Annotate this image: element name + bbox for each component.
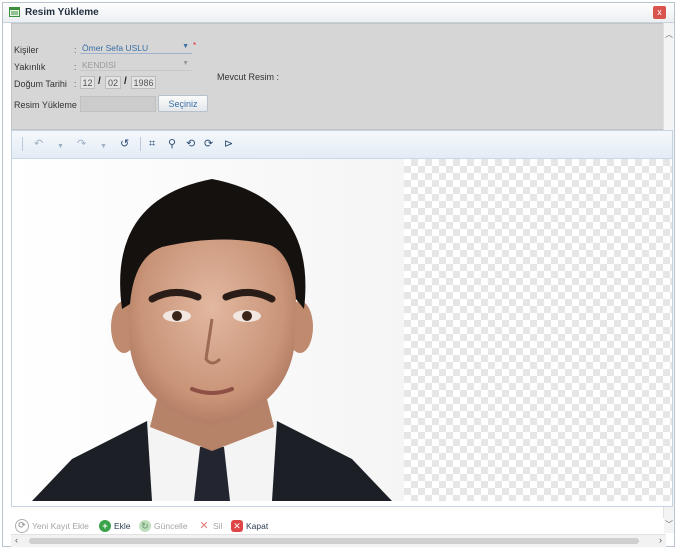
transparent-area [404, 159, 672, 501]
editor-toolbar: ↶ ▼ ↷ ▼ ↺ ⌗ ⚲ ⟲ ⟳ ⊳ [12, 131, 672, 159]
window-title: Resim Yükleme [25, 7, 99, 18]
undo-icon[interactable]: ↶ [34, 138, 43, 150]
birth-month-field: 02 [105, 76, 121, 89]
scroll-right-icon[interactable]: › [659, 535, 662, 545]
kisiler-select[interactable]: Ömer Sefa USLU ▼ [80, 43, 192, 54]
yakinlik-label: Yakınlık [14, 62, 46, 72]
redo-dropdown-icon[interactable]: ▼ [100, 141, 107, 153]
required-mark: * [193, 41, 197, 50]
action-bar: ⟳ Yeni Kayıt Ekle + Ekle ↻ Güncelle ✕ Si… [11, 518, 664, 534]
birth-day-field: 12 [80, 76, 95, 89]
yakinlik-select: KENDİSİ ▼ [80, 60, 192, 71]
delete-label: Sil [213, 521, 223, 531]
flip-icon[interactable]: ⊳ [224, 138, 233, 150]
close-button[interactable]: ✕ Kapat [231, 519, 268, 533]
rotate-right-icon[interactable]: ⟳ [204, 138, 213, 150]
choose-file-button[interactable]: Seçiniz [158, 95, 208, 112]
close-window-button[interactable]: x [653, 6, 666, 19]
horizontal-scrollbar[interactable]: ‹ › [11, 534, 666, 547]
new-record-label: Yeni Kayıt Ekle [32, 521, 89, 531]
resim-yukleme-window: Resim Yükleme x Kişiler : Ömer Sefa USLU… [2, 2, 675, 547]
portrait-photo [12, 159, 404, 501]
yakinlik-value: KENDİSİ [82, 60, 117, 70]
scroll-up-icon[interactable]: ︿ [665, 29, 673, 40]
mevcut-resim-label: Mevcut Resim : [217, 72, 280, 82]
add-button[interactable]: + Ekle [99, 519, 131, 533]
delete-button[interactable]: ✕ Sil [198, 519, 222, 533]
close-label: Kapat [246, 521, 269, 531]
plus-icon: + [99, 520, 111, 532]
date-separator: / [98, 76, 101, 87]
toolbar-separator [140, 137, 141, 151]
chevron-down-icon: ▼ [182, 60, 189, 67]
scrollbar-thumb[interactable] [29, 538, 639, 544]
new-icon: ⟳ [15, 519, 29, 533]
resim-yukleme-label: Resim Yükleme : [14, 100, 82, 110]
kisiler-value: Ömer Sefa USLU [82, 43, 149, 53]
dogum-tarihi-colon: : [74, 79, 77, 89]
rotate-left-icon[interactable]: ⟲ [186, 138, 195, 150]
yakinlik-colon: : [74, 62, 77, 72]
scroll-down-icon[interactable]: ﹀ [665, 519, 673, 530]
new-record-button[interactable]: ⟳ Yeni Kayıt Ekle [15, 519, 89, 533]
birth-year-field: 1986 [131, 76, 156, 89]
close-icon: ✕ [231, 520, 243, 532]
file-path-field[interactable] [80, 96, 156, 112]
form-panel: Kişiler : Ömer Sefa USLU ▼ * Yakınlık : … [11, 23, 666, 130]
portrait-illustration [12, 159, 404, 501]
dogum-tarihi-label: Doğum Tarihi [14, 79, 67, 89]
redo-icon[interactable]: ↷ [77, 138, 86, 150]
image-canvas[interactable] [12, 159, 672, 501]
crop-icon[interactable]: ⌗ [149, 138, 155, 150]
reset-icon[interactable]: ↺ [120, 138, 129, 150]
scroll-left-icon[interactable]: ‹ [15, 535, 18, 545]
refresh-icon: ↻ [139, 520, 151, 532]
add-label: Ekle [114, 521, 131, 531]
update-button[interactable]: ↻ Güncelle [139, 519, 188, 533]
image-editor: ↶ ▼ ↷ ▼ ↺ ⌗ ⚲ ⟲ ⟳ ⊳ [11, 130, 673, 507]
date-separator: / [124, 76, 127, 87]
form-icon [9, 7, 20, 17]
chevron-down-icon: ▼ [182, 43, 189, 50]
update-label: Güncelle [154, 521, 188, 531]
kisiler-label: Kişiler [14, 45, 39, 55]
delete-icon: ✕ [199, 520, 209, 532]
toolbar-separator [22, 137, 23, 151]
titlebar: Resim Yükleme x [3, 3, 674, 23]
zoom-icon[interactable]: ⚲ [168, 138, 176, 150]
close-icon: x [657, 7, 662, 17]
kisiler-colon: : [74, 45, 77, 55]
undo-dropdown-icon[interactable]: ▼ [57, 141, 64, 153]
